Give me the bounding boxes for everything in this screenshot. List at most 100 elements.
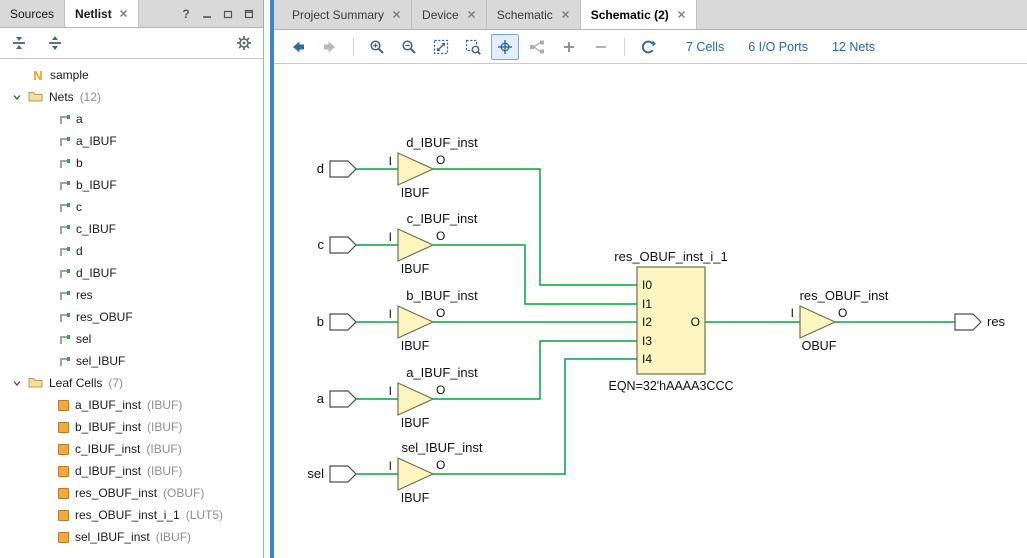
settings-gear-icon[interactable]	[234, 33, 254, 53]
pin-label: I4	[642, 352, 652, 366]
zoom-in-icon[interactable]	[363, 34, 391, 60]
float-icon[interactable]	[222, 8, 234, 20]
tree-net-item[interactable]: sel_IBUF	[0, 350, 263, 372]
schematic-drawing: d I d_IBUF_inst O IBUF c	[274, 64, 1027, 558]
tree-root-label: sample	[50, 68, 89, 82]
pin-label: I1	[642, 297, 652, 311]
tab-netlist[interactable]: Netlist	[65, 0, 139, 27]
schematic-toolbar: 7 Cells 6 I/O Ports 12 Nets	[274, 30, 1027, 64]
schematic-canvas[interactable]: d I d_IBUF_inst O IBUF c	[274, 64, 1027, 558]
tree-net-item[interactable]: d_IBUF	[0, 262, 263, 284]
minimize-icon[interactable]	[201, 8, 213, 20]
collapse-all-icon[interactable]	[9, 33, 29, 53]
close-icon[interactable]	[677, 8, 686, 22]
netlist-panel: Sources Netlist ? N sample	[0, 0, 264, 558]
nets-count-link[interactable]: 12 Nets	[832, 40, 875, 54]
help-icon[interactable]: ?	[180, 8, 192, 20]
port-label: sel	[307, 466, 324, 481]
pin-label: I	[389, 384, 392, 398]
pin-label: I2	[642, 315, 652, 329]
close-icon[interactable]	[392, 8, 401, 22]
tree-net-item[interactable]: c_IBUF	[0, 218, 263, 240]
lut5-cell[interactable]: res_OBUF_inst_i_1 I0 I1 I2 I3 I4 O EQN=3…	[608, 249, 733, 393]
tab-netlist-label: Netlist	[75, 7, 112, 21]
regenerate-icon[interactable]	[634, 34, 662, 60]
pin-label: I	[389, 230, 392, 244]
tab-project-summary[interactable]: Project Summary	[282, 0, 412, 29]
tree-cell-item[interactable]: res_OBUF_inst(OBUF)	[0, 482, 263, 504]
io-ports-count-link[interactable]: 6 I/O Ports	[748, 40, 808, 54]
ibuf-cell-b[interactable]: I b_IBUF_inst O IBUF	[389, 288, 478, 353]
tab-schematic-2[interactable]: Schematic (2)	[581, 0, 697, 29]
maximize-icon[interactable]	[243, 8, 255, 20]
cell-icon	[58, 510, 69, 521]
expand-cone-icon[interactable]	[523, 34, 551, 60]
tree-cell-item[interactable]: sel_IBUF_inst(IBUF)	[0, 526, 263, 548]
tree-cell-item[interactable]: d_IBUF_inst(IBUF)	[0, 460, 263, 482]
tree-cell-item[interactable]: b_IBUF_inst(IBUF)	[0, 416, 263, 438]
input-port-sel[interactable]: sel	[307, 466, 356, 482]
expand-all-icon[interactable]	[45, 33, 65, 53]
close-icon[interactable]	[561, 8, 570, 22]
ibuf-cell-d[interactable]: I d_IBUF_inst O IBUF	[389, 135, 478, 200]
tree-cell-item[interactable]: res_OBUF_inst_i_1(LUT5)	[0, 504, 263, 526]
add-to-schematic-icon[interactable]	[555, 34, 583, 60]
tree-net-item[interactable]: a	[0, 108, 263, 130]
input-port-c[interactable]: c	[318, 237, 357, 253]
vivado-window: Sources Netlist ? N sample	[0, 0, 1027, 558]
output-port-res[interactable]: res	[955, 314, 1006, 330]
net-icon	[58, 267, 70, 279]
obuf-cell[interactable]: I res_OBUF_inst O OBUF	[791, 288, 889, 353]
net-icon	[58, 245, 70, 257]
tree-cell-item[interactable]: c_IBUF_inst(IBUF)	[0, 438, 263, 460]
tree-root-sample[interactable]: N sample	[0, 64, 263, 86]
tree-net-item[interactable]: res_OBUF	[0, 306, 263, 328]
cell-icon	[58, 488, 69, 499]
cell-name: a_IBUF_inst	[406, 365, 478, 380]
zoom-selection-icon[interactable]	[459, 34, 487, 60]
forward-icon[interactable]	[316, 34, 344, 60]
zoom-fit-icon[interactable]	[427, 34, 455, 60]
toolbar-separator	[624, 38, 625, 56]
input-port-a[interactable]: a	[317, 391, 356, 407]
tab-device[interactable]: Device	[412, 0, 487, 29]
pin-label: I	[389, 154, 392, 168]
tree-net-item[interactable]: b	[0, 152, 263, 174]
ibuf-cell-c[interactable]: I c_IBUF_inst O IBUF	[389, 211, 478, 276]
netlist-toolbar	[0, 28, 263, 59]
tree-net-item[interactable]: sel	[0, 328, 263, 350]
document-tabbar: Project Summary Device Schematic Schemat…	[274, 0, 1027, 30]
input-port-b[interactable]: b	[317, 314, 356, 330]
tab-schematic[interactable]: Schematic	[487, 0, 581, 29]
tree-net-item[interactable]: b_IBUF	[0, 174, 263, 196]
tab-sources[interactable]: Sources	[0, 0, 65, 27]
tree-net-item[interactable]: c	[0, 196, 263, 218]
port-label: res	[987, 314, 1006, 329]
net-icon	[58, 201, 70, 213]
cell-icon	[58, 532, 69, 543]
back-icon[interactable]	[284, 34, 312, 60]
tree-net-item[interactable]: d	[0, 240, 263, 262]
chevron-down-icon[interactable]	[12, 378, 22, 388]
autofit-selection-icon[interactable]	[491, 34, 519, 60]
tree-cell-item[interactable]: a_IBUF_inst(IBUF)	[0, 394, 263, 416]
tree-group-nets[interactable]: Nets (12)	[0, 86, 263, 108]
port-label: a	[317, 391, 325, 406]
tree-net-item[interactable]: a_IBUF	[0, 130, 263, 152]
cells-count-link[interactable]: 7 Cells	[686, 40, 724, 54]
port-label: b	[317, 314, 324, 329]
ibuf-cell-a[interactable]: I a_IBUF_inst O IBUF	[389, 365, 478, 430]
input-port-d[interactable]: d	[317, 161, 356, 177]
tree-net-item[interactable]: res	[0, 284, 263, 306]
close-icon[interactable]	[467, 8, 476, 22]
net-icon	[58, 179, 70, 191]
ibuf-cell-sel[interactable]: I sel_IBUF_inst O IBUF	[389, 440, 483, 505]
chevron-down-icon[interactable]	[12, 92, 22, 102]
net-wire[interactable]	[433, 169, 637, 285]
cell-type: IBUF	[401, 186, 430, 200]
remove-from-schematic-icon[interactable]	[587, 34, 615, 60]
close-icon[interactable]	[119, 7, 128, 21]
zoom-out-icon[interactable]	[395, 34, 423, 60]
tree-group-leaf-cells[interactable]: Leaf Cells (7)	[0, 372, 263, 394]
cell-icon	[58, 466, 69, 477]
